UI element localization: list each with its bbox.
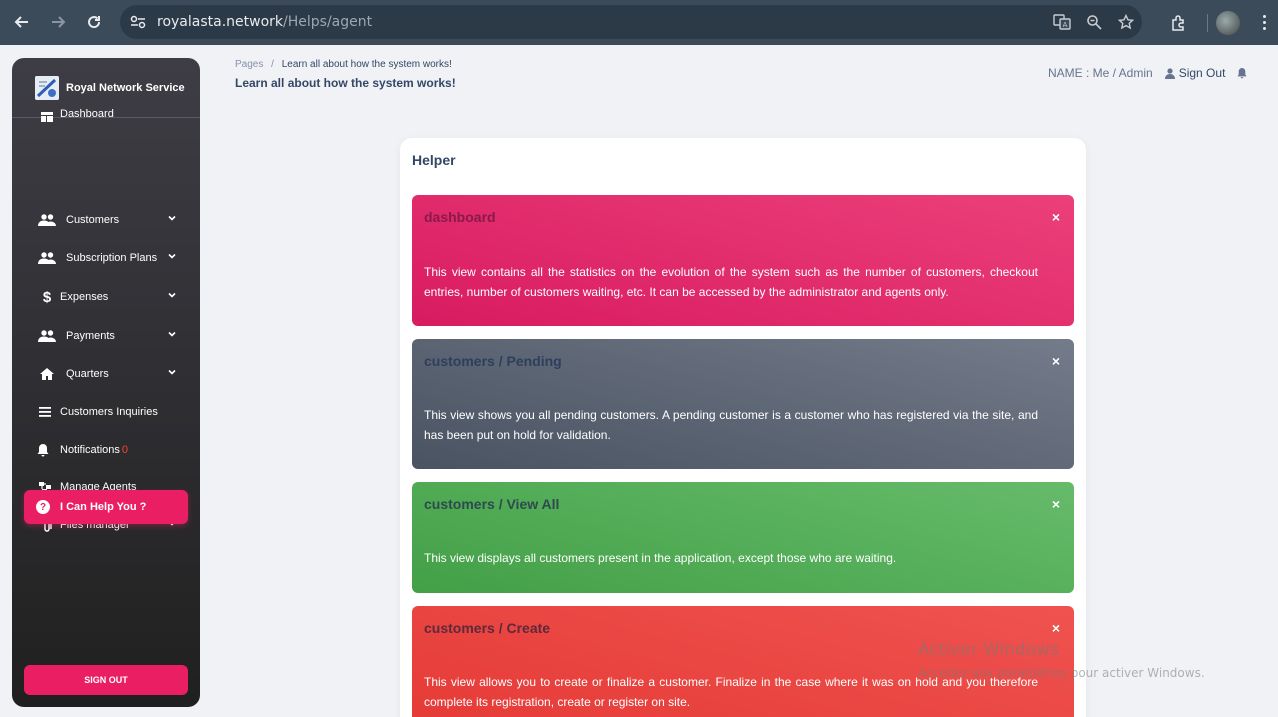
sidebar: Royal Network Service Dashboard Customer…	[12, 58, 200, 707]
people-icon	[36, 326, 58, 346]
signout-label: Sign Out	[1178, 66, 1226, 80]
zoom-icon[interactable]	[1078, 14, 1110, 30]
sidebar-item-help[interactable]: ? I Can Help You ?	[24, 490, 188, 524]
chevron-down-icon	[168, 331, 176, 337]
chevron-down-icon	[168, 253, 176, 259]
sidebar-item-subscription-plans[interactable]: Subscription Plans	[12, 243, 200, 273]
alert-title: customers / View All	[424, 496, 560, 512]
help-alert-dashboard: dashboard × This view contains all the s…	[412, 195, 1074, 326]
brand-name: Royal Network Service	[66, 81, 185, 94]
sidebar-item-notifications[interactable]: Notifications 0	[12, 435, 200, 465]
notifications-label: Notifications	[60, 444, 120, 456]
url-text[interactable]: royalasta.network/Helps/agent	[157, 14, 372, 30]
bell-icon	[32, 440, 54, 460]
windows-activation-watermark: Activer Windows Accédez aux paramètres p…	[918, 640, 1205, 680]
sidebar-item-label: Notifications 0	[60, 444, 128, 456]
close-icon[interactable]: ×	[1052, 496, 1060, 512]
page-title: Learn all about how the system works!	[235, 76, 456, 90]
chevron-down-icon	[168, 215, 176, 221]
menu-kebab-icon[interactable]	[1254, 15, 1274, 30]
sidebar-item-payments[interactable]: Payments	[12, 321, 200, 351]
header-signout-link[interactable]: Sign Out	[1164, 66, 1226, 80]
close-icon[interactable]: ×	[1052, 209, 1060, 225]
helper-title: Helper	[412, 152, 456, 168]
watermark-subtitle: Accédez aux paramètres pour activer Wind…	[918, 666, 1205, 680]
breadcrumb: Pages / Learn all about how the system w…	[235, 59, 452, 70]
home-icon	[36, 364, 58, 384]
sidebar-item-label: Quarters	[66, 368, 109, 380]
breadcrumb-separator: /	[271, 59, 274, 70]
close-icon[interactable]: ×	[1052, 353, 1060, 369]
url-path: /Helps/agent	[283, 14, 373, 30]
browser-right-icons	[1159, 0, 1278, 45]
bell-icon[interactable]	[1237, 67, 1247, 79]
bookmark-star-icon[interactable]	[1110, 14, 1142, 30]
reload-button[interactable]	[76, 4, 112, 40]
breadcrumb-root[interactable]: Pages	[235, 59, 263, 70]
sidebar-signout-button[interactable]: SIGN OUT	[24, 665, 188, 695]
user-icon	[1164, 67, 1175, 79]
extensions-icon[interactable]	[1159, 14, 1199, 32]
notifications-count-badge: 0	[121, 444, 129, 456]
arrow-right-icon	[52, 16, 66, 28]
brand-logo	[35, 75, 59, 100]
url-host: royalasta.network	[157, 14, 284, 30]
sidebar-item-label: Expenses	[60, 291, 109, 303]
sidebar-item-dashboard[interactable]: Dashboard	[12, 107, 200, 125]
sidebar-item-customers[interactable]: Customers	[12, 205, 200, 235]
omnibox-actions: A	[1046, 5, 1142, 39]
helper-card: Helper dashboard × This view contains al…	[400, 138, 1086, 717]
arrow-left-icon	[14, 16, 28, 28]
browser-toolbar: royalasta.network/Helps/agent A	[0, 0, 1278, 45]
sidebar-item-label: Dashboard	[60, 108, 114, 120]
translate-icon[interactable]: A	[1046, 14, 1078, 30]
list-icon	[34, 402, 56, 422]
sidebar-item-label: Subscription Plans	[66, 252, 158, 264]
divider	[1207, 13, 1208, 32]
back-button[interactable]	[4, 4, 40, 40]
sidebar-item-expenses[interactable]: $ Expenses	[12, 282, 200, 312]
sidebar-item-customers-inquiries[interactable]: Customers Inquiries	[12, 397, 200, 427]
close-icon[interactable]: ×	[1052, 620, 1060, 636]
alert-text: This view contains all the statistics on…	[424, 265, 1038, 299]
sidebar-item-label: Customers Inquiries	[60, 406, 158, 418]
people-icon	[36, 210, 58, 230]
breadcrumb-current: Learn all about how the system works!	[281, 59, 452, 70]
alert-title: customers / Pending	[424, 353, 562, 369]
user-menu: NAME : Me / Admin Sign Out	[1048, 66, 1247, 80]
sidebar-item-label: Customers	[66, 214, 120, 226]
user-name-label: NAME : Me / Admin	[1048, 66, 1153, 80]
alert-title: customers / Create	[424, 620, 551, 636]
sidebar-item-label: Payments	[66, 330, 115, 342]
alert-text: This view shows you all pending customer…	[424, 408, 1038, 442]
dollar-icon: $	[42, 288, 52, 306]
help-item-label: I Can Help You ?	[60, 501, 147, 513]
watermark-title: Activer Windows	[918, 640, 1059, 660]
alert-title: dashboard	[424, 209, 496, 225]
address-bar[interactable]: royalasta.network/Helps/agent A	[120, 5, 1142, 39]
forward-button[interactable]	[40, 4, 76, 40]
alert-text: This view displays all customers present…	[424, 551, 897, 565]
site-info-icon[interactable]	[130, 15, 146, 29]
avatar[interactable]	[1216, 10, 1240, 35]
help-alert-customers-pending: customers / Pending × This view shows yo…	[412, 339, 1074, 469]
help-alert-customers-view-all: customers / View All × This view display…	[412, 482, 1074, 593]
dashboard-icon	[36, 107, 58, 125]
people-icon	[36, 248, 58, 268]
chevron-down-icon	[168, 292, 176, 298]
sidebar-item-quarters[interactable]: Quarters	[12, 359, 200, 389]
reload-icon	[88, 16, 101, 29]
svg-text:A: A	[1063, 21, 1068, 29]
chevron-down-icon	[168, 369, 176, 375]
question-circle-icon: ?	[36, 500, 50, 514]
